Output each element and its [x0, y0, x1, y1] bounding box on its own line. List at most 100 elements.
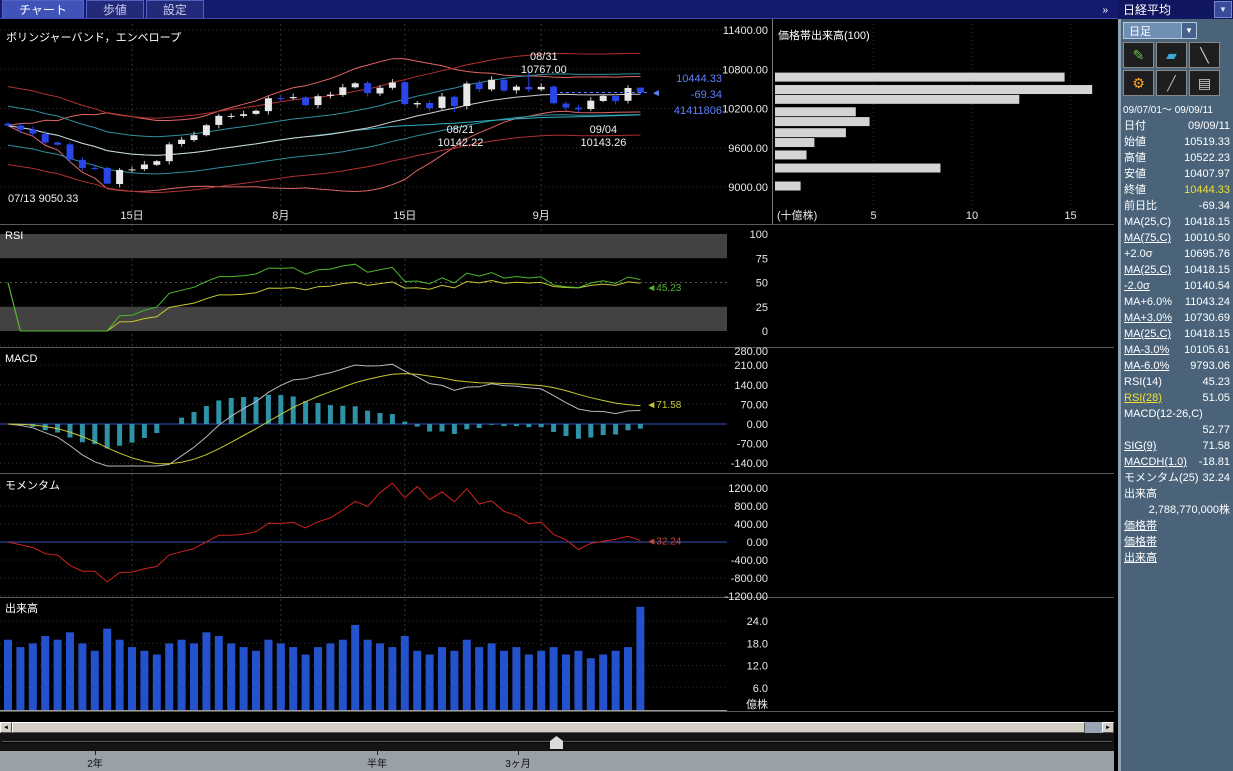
timeframe-label: 日足	[1129, 23, 1151, 39]
indicator-label[interactable]: MA-6.0%	[1124, 358, 1169, 374]
indicator-label[interactable]: 出来高	[1124, 550, 1157, 566]
zoom-slider[interactable]	[0, 733, 1114, 751]
svg-text:11400.00: 11400.00	[723, 25, 768, 37]
drawing-toolbar: ✎ ▰╲ ⚙ ╱ ▤	[1121, 41, 1225, 97]
indicator-label[interactable]: MA(25,C)	[1124, 262, 1171, 278]
indicator-label[interactable]: SIG(9)	[1124, 438, 1156, 454]
indicator-label: モメンタム(25)	[1124, 470, 1199, 486]
svg-text:0: 0	[762, 326, 768, 338]
gear-button[interactable]: ⚙	[1123, 70, 1154, 96]
pencil-button[interactable]: ✎	[1123, 42, 1154, 68]
timeframe-dropdown-arrow-icon[interactable]: ▼	[1181, 23, 1196, 38]
svg-text:25: 25	[756, 302, 768, 314]
svg-text:◄32.24: ◄32.24	[646, 537, 681, 548]
indicator-label: 安値	[1124, 166, 1146, 182]
symbol-selector[interactable]: 日経平均 ▼	[1118, 0, 1233, 19]
indicator-label[interactable]: -2.0σ	[1124, 278, 1150, 294]
indicator-label[interactable]: MA(25,C)	[1124, 326, 1171, 342]
tab-bar: チャート歩値設定 »	[0, 0, 1118, 19]
indicator-row: 安値10407.97	[1121, 166, 1233, 182]
indicator-label[interactable]: MACDH(1.0)	[1124, 454, 1187, 470]
symbol-dropdown-arrow-icon[interactable]: ▼	[1214, 1, 1232, 18]
tab[interactable]: 設定	[146, 0, 204, 18]
overflow-chevron-icon[interactable]: »	[1102, 5, 1118, 18]
svg-text:10: 10	[966, 210, 978, 222]
svg-text:100: 100	[750, 229, 768, 241]
indicator-rows: 日付09/09/11始値 10519.33高値10522.23安値10407.97…	[1121, 118, 1233, 566]
indicator-row: 高値10522.23	[1121, 150, 1233, 166]
svg-text:08/21: 08/21	[447, 124, 475, 136]
indicator-row: 価格帯	[1121, 518, 1233, 534]
svg-text:41411806: 41411806	[674, 105, 722, 117]
svg-text:08/31: 08/31	[530, 51, 558, 63]
svg-text:◄45.23: ◄45.23	[646, 283, 681, 294]
scroll-right-button[interactable]: ►	[1102, 722, 1114, 733]
svg-text:-69.34: -69.34	[691, 89, 722, 101]
svg-text:◄71.58: ◄71.58	[646, 400, 681, 411]
indicator-value: 52.77	[1202, 422, 1230, 438]
svg-text:9600.00: 9600.00	[728, 143, 768, 155]
chart-area[interactable]: 11400.0010800.0010200.009600.009000.0015…	[0, 19, 1114, 722]
scrollbar-thumb[interactable]	[12, 722, 1085, 733]
gear-icon: ⚙	[1132, 75, 1145, 92]
tab[interactable]: チャート	[2, 0, 84, 18]
svg-text:MACD: MACD	[5, 353, 37, 365]
indicator-row: RSI(14)45.23	[1121, 374, 1233, 390]
svg-text:800.00: 800.00	[734, 501, 768, 513]
timescale-label[interactable]: 半年	[367, 755, 387, 770]
timeframe-row: 日足 ▼	[1121, 19, 1233, 41]
svg-text:価格帯出来高(100): 価格帯出来高(100)	[778, 28, 870, 42]
scroll-left-button[interactable]: ◄	[0, 722, 12, 733]
indicator-value: 71.58	[1202, 438, 1230, 454]
indicator-row: モメンタム(25)32.24	[1121, 470, 1233, 486]
brush-button[interactable]: ▰	[1156, 42, 1187, 68]
trendline-icon: ╱	[1167, 75, 1175, 92]
horizontal-scrollbar[interactable]: ◄ ►	[0, 722, 1114, 733]
indicator-row: 出来高	[1121, 486, 1233, 502]
svg-text:-800.00: -800.00	[731, 573, 768, 585]
trendline-button[interactable]: ╱	[1156, 70, 1187, 96]
timescale-label[interactable]: 3ヶ月	[505, 755, 531, 770]
indicator-value: -69.34	[1199, 198, 1230, 214]
indicator-value: 10140.54	[1184, 278, 1230, 294]
indicator-label[interactable]: 価格帯	[1124, 518, 1157, 534]
svg-text:9月: 9月	[533, 210, 550, 222]
indicator-value: 10010.50	[1184, 230, 1230, 246]
svg-text:8月: 8月	[272, 210, 289, 222]
indicator-label: 始値	[1124, 134, 1146, 150]
indicator-sidebar: 日足 ▼ ✎▰╲⚙╱▤ 09/07/01～ 09/09/11 日付09/09/1…	[1118, 19, 1233, 771]
svg-text:10143.26: 10143.26	[580, 137, 626, 149]
svg-text:1200.00: 1200.00	[728, 483, 768, 495]
indicator-value: 32.24	[1202, 470, 1230, 486]
indicator-row: MA-3.0%10105.61	[1121, 342, 1233, 358]
svg-text:75: 75	[756, 253, 768, 265]
indicator-row: 日付09/09/11	[1121, 118, 1233, 134]
svg-text:140.00: 140.00	[734, 380, 768, 392]
indicator-row: 前日比-69.34	[1121, 198, 1233, 214]
indicator-row: 始値 10519.33	[1121, 134, 1233, 150]
indicator-value: 10519.33	[1184, 134, 1230, 150]
svg-text:0.00: 0.00	[747, 537, 768, 549]
timeframe-select[interactable]: 日足 ▼	[1123, 22, 1197, 39]
indicator-label[interactable]: MA(75,C)	[1124, 230, 1171, 246]
timescale-label[interactable]: 2年	[87, 755, 103, 770]
zoom-slider-thumb[interactable]	[550, 736, 563, 749]
pencil-icon: ✎	[1133, 47, 1145, 64]
svg-text:-1200.00: -1200.00	[725, 591, 768, 603]
line-button[interactable]: ╲	[1189, 42, 1220, 68]
indicator-label: MACD(12-26,C)	[1124, 406, 1203, 422]
app-window: チャート歩値設定» 日経平均 ▼ 11400.0010800.0010200.0…	[0, 0, 1233, 771]
printer-button[interactable]: ▤	[1189, 70, 1220, 96]
indicator-value: 2,788,770,000株	[1149, 502, 1230, 518]
indicator-label[interactable]: RSI(28)	[1124, 390, 1162, 406]
tab[interactable]: 歩値	[86, 0, 144, 18]
indicator-label[interactable]: MA+3.0%	[1124, 310, 1172, 326]
svg-text:億株: 億株	[746, 697, 768, 711]
indicator-label[interactable]: 価格帯	[1124, 534, 1157, 550]
svg-text:09/04: 09/04	[590, 124, 618, 136]
indicator-row: RSI(28)51.05	[1121, 390, 1233, 406]
indicator-label: MA(25,C)	[1124, 214, 1171, 230]
indicator-label[interactable]: MA-3.0%	[1124, 342, 1169, 358]
indicator-value: 45.23	[1202, 374, 1230, 390]
svg-text:50: 50	[756, 278, 768, 290]
